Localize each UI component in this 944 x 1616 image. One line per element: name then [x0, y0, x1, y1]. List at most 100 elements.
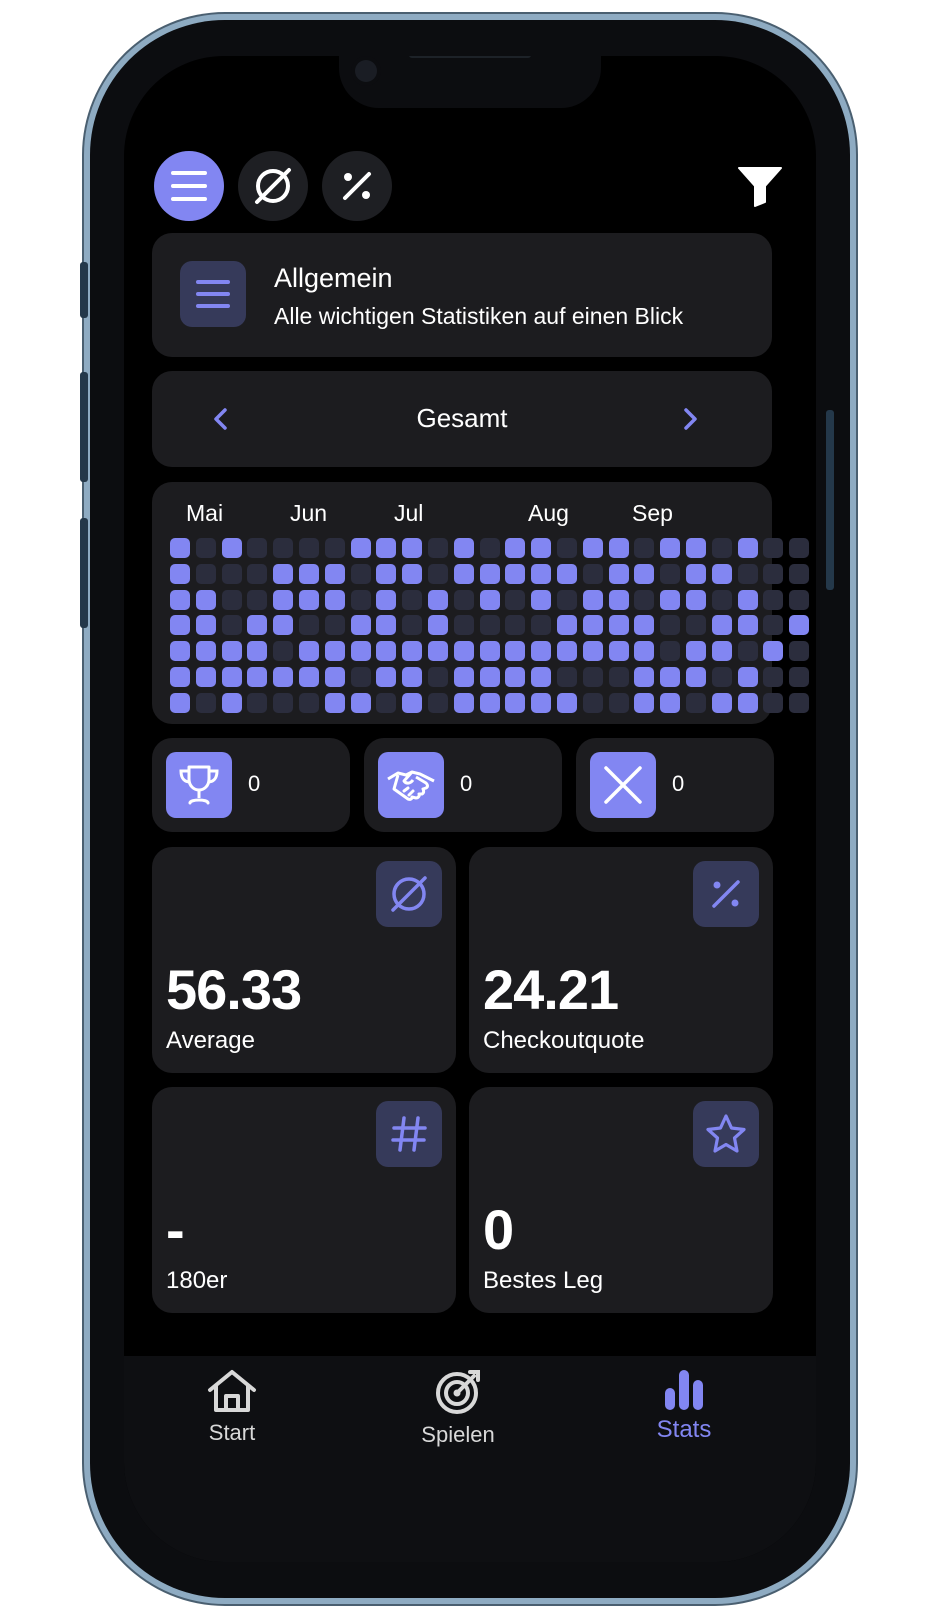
- filter-icon: [738, 167, 782, 207]
- side-button: [80, 262, 88, 318]
- heatmap-cell: [350, 641, 371, 662]
- losses-count: 0: [672, 771, 685, 796]
- side-button: [826, 410, 834, 590]
- filter-button[interactable]: [736, 162, 784, 210]
- month-label: Mai: [186, 500, 224, 526]
- checkout-card[interactable]: 24.21 Checkoutquote: [469, 847, 773, 1073]
- wins-count: 0: [248, 771, 261, 796]
- heatmap-cell: [505, 589, 526, 610]
- heatmap-cell: [170, 589, 190, 610]
- bar-chart-icon: [665, 1370, 703, 1410]
- section-header-card: Allgemein Alle wichtigen Statistiken auf…: [152, 233, 772, 357]
- heatmap-cell: [376, 589, 397, 610]
- losses-icon-box: [590, 752, 656, 818]
- heatmap-cell: [247, 667, 268, 687]
- nav-start-label: Start: [208, 1420, 256, 1445]
- heatmap-cell: [634, 692, 655, 713]
- heatmap-cell: [711, 589, 732, 610]
- heatmap-cell: [789, 641, 810, 662]
- heatmap-cell: [660, 641, 681, 662]
- heatmap-cell: [505, 538, 526, 558]
- heatmap-cell: [170, 692, 190, 713]
- view-average-button[interactable]: [238, 151, 308, 221]
- heatmap-cell: [505, 692, 526, 713]
- checkout-value: 24.21: [483, 958, 619, 1021]
- heatmap-cell: [686, 563, 706, 584]
- heatmap-cell: [428, 641, 448, 662]
- heatmap-cell: [505, 641, 526, 662]
- heatmap-cell: [221, 641, 242, 662]
- speaker: [409, 56, 531, 58]
- heatmap-cell: [428, 538, 448, 558]
- best-leg-icon-box: [693, 1101, 759, 1167]
- heatmap-cell: [324, 667, 345, 687]
- heatmap-cell: [273, 563, 294, 584]
- heatmap-cell: [299, 589, 319, 610]
- heatmap-cell: [582, 538, 603, 558]
- handshake-icon: [387, 770, 435, 801]
- nav-spielen[interactable]: Spielen: [388, 1368, 528, 1448]
- chevron-right-icon: [684, 408, 697, 430]
- heatmap-cell: [479, 692, 500, 713]
- nav-stats[interactable]: Stats: [614, 1368, 754, 1444]
- star-icon: [706, 1114, 746, 1153]
- wins-icon-box: [166, 752, 232, 818]
- heatmap-cell: [557, 615, 577, 636]
- average-icon-box: [376, 861, 442, 927]
- next-period-button[interactable]: [676, 405, 704, 433]
- heatmap-cell: [247, 589, 268, 610]
- heatmap-cell: [557, 692, 577, 713]
- heatmap-cell: [324, 538, 345, 558]
- heatmap-cell: [557, 563, 577, 584]
- heatmap-cell: [299, 641, 319, 662]
- heatmap-cell: [247, 641, 268, 662]
- heatmap-cell: [453, 589, 474, 610]
- heatmap-cell: [634, 538, 655, 558]
- view-general-button[interactable]: [154, 151, 224, 221]
- trophy-icon: [179, 765, 219, 805]
- heatmap-cell: [247, 563, 268, 584]
- heatmap-cell: [763, 615, 784, 636]
- heatmap-cell: [247, 692, 268, 713]
- heatmap-cell: [763, 692, 784, 713]
- heatmap-cell: [453, 692, 474, 713]
- heatmap-cell: [376, 692, 397, 713]
- best-leg-card[interactable]: 0 Bestes Leg: [469, 1087, 773, 1313]
- heatmap-cell: [557, 641, 577, 662]
- heatmap-cell: [428, 667, 448, 687]
- view-percent-button[interactable]: [322, 151, 392, 221]
- heatmap-cell: [763, 538, 784, 558]
- average-card[interactable]: 56.33 Average: [152, 847, 456, 1073]
- month-label: Jul: [394, 500, 424, 526]
- heatmap-cell: [660, 589, 681, 610]
- heatmap-cell: [195, 563, 216, 584]
- heatmap-cell: [634, 641, 655, 662]
- nav-start[interactable]: Start: [162, 1368, 302, 1446]
- heatmap-cell: [582, 589, 603, 610]
- 180-card[interactable]: - 180er: [152, 1087, 456, 1313]
- heatmap-cell: [428, 563, 448, 584]
- heatmap-cell: [557, 667, 577, 687]
- heatmap-cell: [350, 538, 371, 558]
- heatmap-cell: [634, 563, 655, 584]
- heatmap-cell: [195, 692, 216, 713]
- heatmap-cell: [170, 563, 190, 584]
- heatmap-cell: [428, 692, 448, 713]
- heatmap-cell: [453, 538, 474, 558]
- wins-card: 0: [152, 738, 350, 832]
- app-screen: Allgemein Alle wichtigen Statistiken auf…: [124, 56, 816, 1562]
- heatmap-cell: [505, 615, 526, 636]
- heatmap-cell: [608, 692, 629, 713]
- heatmap-cell: [479, 589, 500, 610]
- month-label: Sep: [632, 500, 673, 526]
- heatmap-cell: [660, 692, 681, 713]
- heatmap-cell: [737, 563, 758, 584]
- heatmap-cell: [763, 589, 784, 610]
- heatmap-cell: [273, 589, 294, 610]
- heatmap-cell: [221, 692, 242, 713]
- activity-heatmap: Mai Jun Jul Aug Sep: [152, 482, 810, 724]
- heatmap-cell: [505, 667, 526, 687]
- side-button: [80, 518, 88, 628]
- heatmap-cell: [531, 641, 552, 662]
- heatmap-cell: [350, 692, 371, 713]
